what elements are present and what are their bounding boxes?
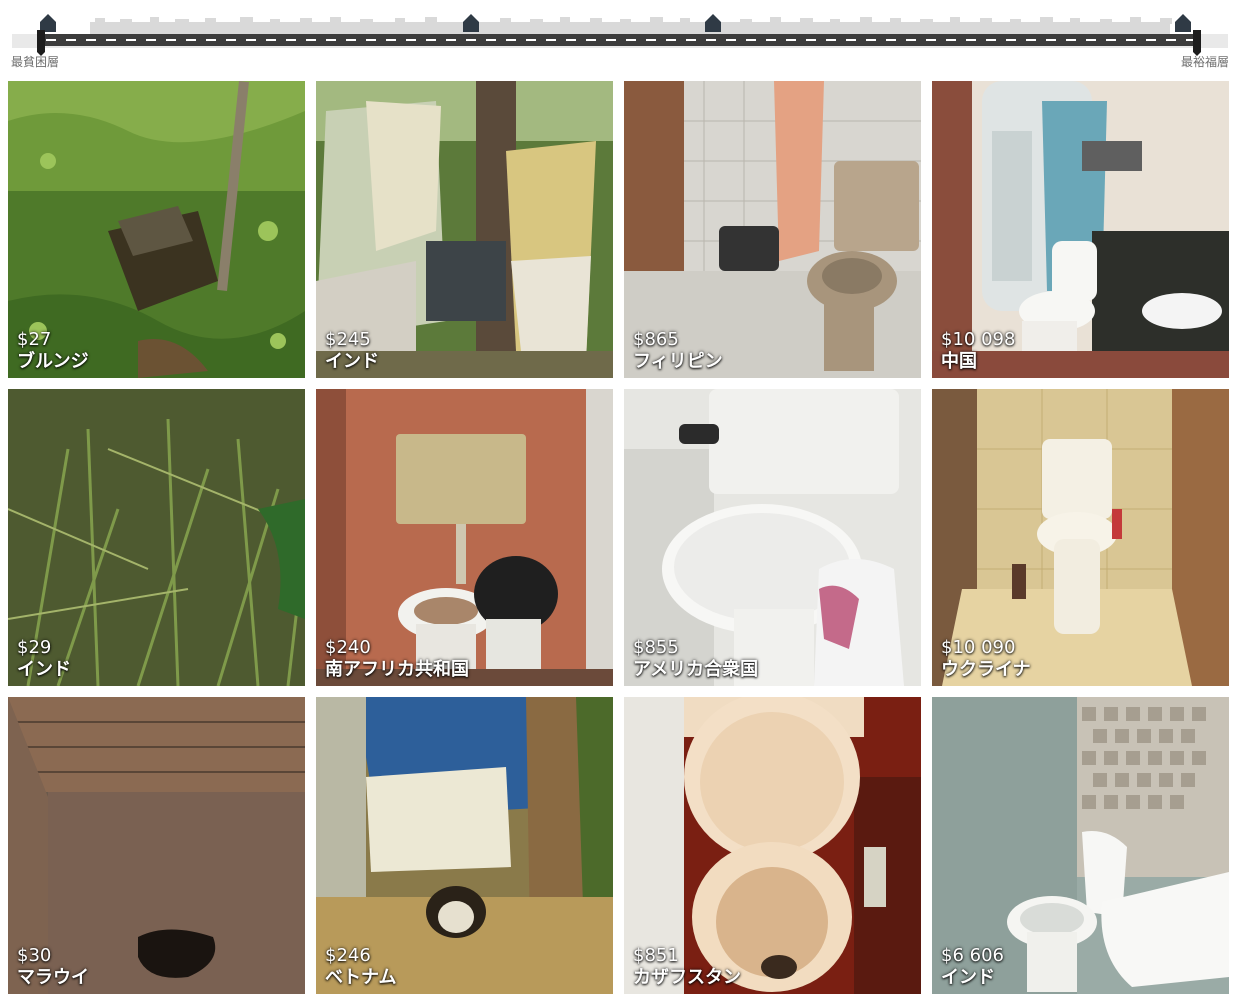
income-value: $30 [17, 945, 52, 966]
photo-grid: $27 ブルンジ $245 インド $865 フィリピン $10 098 中国 … [8, 81, 1229, 994]
country-name: ウクライナ [941, 659, 1031, 680]
photo-tile[interactable]: $851 カザフスタン [624, 697, 921, 994]
house-icon [705, 14, 721, 32]
income-value: $10 098 [941, 329, 1016, 350]
income-value: $855 [633, 637, 679, 658]
country-name: カザフスタン [633, 967, 741, 988]
photo-tile[interactable]: $30 マラウイ [8, 697, 305, 994]
street-graphic [12, 14, 1228, 56]
photo-tile[interactable]: $245 インド [316, 81, 613, 378]
photo-tile[interactable]: $6 606 インド [932, 697, 1229, 994]
country-name: ベトナム [325, 967, 397, 988]
income-value: $6 606 [941, 945, 1004, 966]
country-name: アメリカ合衆国 [633, 659, 759, 680]
income-value: $29 [17, 637, 52, 658]
income-value: $851 [633, 945, 679, 966]
income-value: $27 [17, 329, 52, 350]
photo-tile[interactable]: $10 090 ウクライナ [932, 389, 1229, 686]
house-icon [463, 14, 479, 32]
country-name: フィリピン [633, 351, 723, 372]
tile-caption: $865 フィリピン [633, 329, 723, 373]
tile-caption: $245 インド [325, 329, 379, 373]
country-name: マラウイ [17, 967, 89, 988]
tile-caption: $6 606 インド [941, 945, 1004, 989]
country-name: ブルンジ [17, 351, 89, 372]
tile-caption: $10 090 ウクライナ [941, 637, 1031, 681]
tile-caption: $27 ブルンジ [17, 329, 89, 373]
income-value: $10 090 [941, 637, 1016, 658]
photo-tile[interactable]: $855 アメリカ合衆国 [624, 389, 921, 686]
tile-caption: $240 南アフリカ共和国 [325, 637, 469, 681]
income-value: $865 [633, 329, 679, 350]
country-name: 南アフリカ共和国 [325, 659, 469, 680]
tile-caption: $855 アメリカ合衆国 [633, 637, 758, 681]
photo-tile[interactable]: $27 ブルンジ [8, 81, 305, 378]
country-name: インド [941, 967, 995, 988]
tile-caption: $851 カザフスタン [633, 945, 741, 989]
tile-caption: $29 インド [17, 637, 71, 681]
tile-caption: $10 098 中国 [941, 329, 1015, 373]
house-icon [40, 14, 56, 32]
skyline-houses [90, 17, 1172, 34]
income-value: $245 [325, 329, 371, 350]
country-name: 中国 [941, 351, 977, 372]
tile-caption: $30 マラウイ [17, 945, 89, 989]
photo-tile[interactable]: $10 098 中国 [932, 81, 1229, 378]
income-street: 最貧困層 最裕福層 [0, 0, 1242, 78]
label-richest: 最裕福層 [1180, 55, 1229, 69]
tile-caption: $246 ベトナム [325, 945, 396, 989]
country-name: インド [325, 351, 379, 372]
house-icon [1175, 14, 1191, 32]
photo-tile[interactable]: $865 フィリピン [624, 81, 921, 378]
photo-tile[interactable]: $246 ベトナム [316, 697, 613, 994]
country-name: インド [17, 659, 71, 680]
income-value: $240 [325, 637, 371, 658]
income-value: $246 [325, 945, 371, 966]
photo-tile[interactable]: $29 インド [8, 389, 305, 686]
label-poorest: 最貧困層 [11, 55, 60, 69]
photo-tile[interactable]: $240 南アフリカ共和国 [316, 389, 613, 686]
